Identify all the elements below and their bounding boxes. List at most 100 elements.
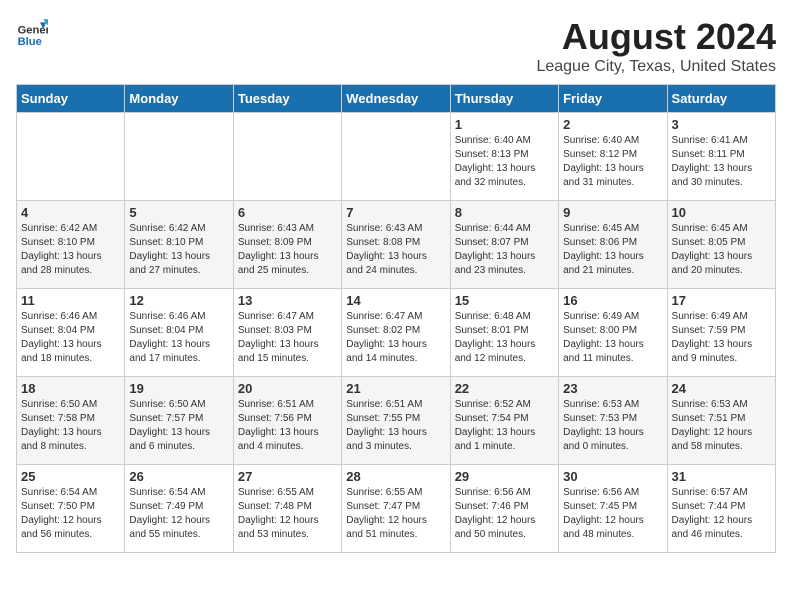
cell-content: Sunrise: 6:53 AM Sunset: 7:53 PM Dayligh…: [563, 398, 662, 454]
day-number: 17: [672, 293, 771, 308]
day-header-monday: Monday: [125, 85, 233, 113]
day-number: 7: [346, 205, 445, 220]
cell-content: Sunrise: 6:43 AM Sunset: 8:08 PM Dayligh…: [346, 222, 445, 278]
day-number: 8: [455, 205, 554, 220]
cell-content: Sunrise: 6:56 AM Sunset: 7:45 PM Dayligh…: [563, 486, 662, 542]
day-number: 18: [21, 381, 120, 396]
calendar-cell: 22 Sunrise: 6:52 AM Sunset: 7:54 PM Dayli…: [450, 377, 558, 465]
day-number: 23: [563, 381, 662, 396]
cell-content: Sunrise: 6:43 AM Sunset: 8:09 PM Dayligh…: [238, 222, 337, 278]
cell-content: Sunrise: 6:56 AM Sunset: 7:46 PM Dayligh…: [455, 486, 554, 542]
day-header-sunday: Sunday: [17, 85, 125, 113]
calendar-cell: 18Sunrise: 6:50 AM Sunset: 7:58 PM Dayli…: [17, 377, 125, 465]
sub-title: League City, Texas, United States: [536, 58, 776, 76]
cell-content: Sunrise: 6:55 AM Sunset: 7:48 PM Dayligh…: [238, 486, 337, 542]
day-number: 16: [563, 293, 662, 308]
day-number: 12: [129, 293, 228, 308]
day-header-wednesday: Wednesday: [342, 85, 450, 113]
calendar-table: SundayMondayTuesdayWednesdayThursdayFrid…: [16, 84, 776, 553]
calendar-cell: 6 Sunrise: 6:43 AM Sunset: 8:09 PM Daylig…: [233, 201, 341, 289]
day-number: 1: [455, 117, 554, 132]
day-number: 29: [455, 469, 554, 484]
day-number: 2: [563, 117, 662, 132]
cell-content: Sunrise: 6:48 AM Sunset: 8:01 PM Dayligh…: [455, 310, 554, 366]
day-number: 14: [346, 293, 445, 308]
cell-content: Sunrise: 6:57 AM Sunset: 7:44 PM Dayligh…: [672, 486, 771, 542]
calendar-week-4: 18Sunrise: 6:50 AM Sunset: 7:58 PM Dayli…: [17, 377, 776, 465]
calendar-cell: 11 Sunrise: 6:46 AM Sunset: 8:04 PM Dayli…: [17, 289, 125, 377]
day-number: 9: [563, 205, 662, 220]
day-number: 24: [672, 381, 771, 396]
calendar-cell: 14Sunrise: 6:47 AM Sunset: 8:02 PM Dayli…: [342, 289, 450, 377]
calendar-cell: 31Sunrise: 6:57 AM Sunset: 7:44 PM Dayli…: [667, 465, 775, 553]
calendar-cell: [342, 113, 450, 201]
day-header-friday: Friday: [559, 85, 667, 113]
day-number: 15: [455, 293, 554, 308]
calendar-cell: 2 Sunrise: 6:40 AM Sunset: 8:12 PM Daylig…: [559, 113, 667, 201]
cell-content: Sunrise: 6:45 AM Sunset: 8:06 PM Dayligh…: [563, 222, 662, 278]
calendar-cell: 4 Sunrise: 6:42 AM Sunset: 8:10 PM Daylig…: [17, 201, 125, 289]
cell-content: Sunrise: 6:50 AM Sunset: 7:57 PM Dayligh…: [129, 398, 228, 454]
cell-content: Sunrise: 6:44 AM Sunset: 8:07 PM Dayligh…: [455, 222, 554, 278]
calendar-cell: 9 Sunrise: 6:45 AM Sunset: 8:06 PM Daylig…: [559, 201, 667, 289]
day-header-saturday: Saturday: [667, 85, 775, 113]
calendar-cell: [17, 113, 125, 201]
title-area: August 2024 League City, Texas, United S…: [536, 16, 776, 76]
day-number: 25: [21, 469, 120, 484]
cell-content: Sunrise: 6:53 AM Sunset: 7:51 PM Dayligh…: [672, 398, 771, 454]
cell-content: Sunrise: 6:42 AM Sunset: 8:10 PM Dayligh…: [21, 222, 120, 278]
cell-content: Sunrise: 6:41 AM Sunset: 8:11 PM Dayligh…: [672, 134, 771, 190]
day-number: 11: [21, 293, 120, 308]
main-title: August 2024: [536, 16, 776, 58]
calendar-cell: 25 Sunrise: 6:54 AM Sunset: 7:50 PM Dayli…: [17, 465, 125, 553]
calendar-cell: 7 Sunrise: 6:43 AM Sunset: 8:08 PM Daylig…: [342, 201, 450, 289]
calendar-cell: 12 Sunrise: 6:46 AM Sunset: 8:04 PM Dayli…: [125, 289, 233, 377]
day-number: 5: [129, 205, 228, 220]
day-number: 26: [129, 469, 228, 484]
calendar-cell: 27Sunrise: 6:55 AM Sunset: 7:48 PM Dayli…: [233, 465, 341, 553]
cell-content: Sunrise: 6:47 AM Sunset: 8:03 PM Dayligh…: [238, 310, 337, 366]
day-number: 22: [455, 381, 554, 396]
day-number: 20: [238, 381, 337, 396]
calendar-cell: 16 Sunrise: 6:49 AM Sunset: 8:00 PM Dayli…: [559, 289, 667, 377]
day-number: 10: [672, 205, 771, 220]
cell-content: Sunrise: 6:40 AM Sunset: 8:12 PM Dayligh…: [563, 134, 662, 190]
cell-content: Sunrise: 6:49 AM Sunset: 8:00 PM Dayligh…: [563, 310, 662, 366]
cell-content: Sunrise: 6:45 AM Sunset: 8:05 PM Dayligh…: [672, 222, 771, 278]
calendar-cell: 26Sunrise: 6:54 AM Sunset: 7:49 PM Dayli…: [125, 465, 233, 553]
day-number: 13: [238, 293, 337, 308]
cell-content: Sunrise: 6:46 AM Sunset: 8:04 PM Dayligh…: [21, 310, 120, 366]
day-number: 28: [346, 469, 445, 484]
calendar-cell: [233, 113, 341, 201]
day-number: 19: [129, 381, 228, 396]
calendar-cell: 1Sunrise: 6:40 AM Sunset: 8:13 PM Daylig…: [450, 113, 558, 201]
cell-content: Sunrise: 6:51 AM Sunset: 7:56 PM Dayligh…: [238, 398, 337, 454]
day-header-tuesday: Tuesday: [233, 85, 341, 113]
svg-text:Blue: Blue: [18, 36, 42, 48]
calendar-week-3: 11 Sunrise: 6:46 AM Sunset: 8:04 PM Dayli…: [17, 289, 776, 377]
calendar-cell: 30Sunrise: 6:56 AM Sunset: 7:45 PM Dayli…: [559, 465, 667, 553]
calendar-cell: 13 Sunrise: 6:47 AM Sunset: 8:03 PM Dayli…: [233, 289, 341, 377]
calendar-cell: 23 Sunrise: 6:53 AM Sunset: 7:53 PM Dayli…: [559, 377, 667, 465]
day-number: 4: [21, 205, 120, 220]
cell-content: Sunrise: 6:46 AM Sunset: 8:04 PM Dayligh…: [129, 310, 228, 366]
header: General Blue August 2024 League City, Te…: [16, 16, 776, 76]
cell-content: Sunrise: 6:51 AM Sunset: 7:55 PM Dayligh…: [346, 398, 445, 454]
calendar-week-5: 25 Sunrise: 6:54 AM Sunset: 7:50 PM Dayli…: [17, 465, 776, 553]
day-number: 3: [672, 117, 771, 132]
calendar-cell: 17Sunrise: 6:49 AM Sunset: 7:59 PM Dayli…: [667, 289, 775, 377]
logo-icon: General Blue: [16, 16, 48, 48]
calendar-cell: 3 Sunrise: 6:41 AM Sunset: 8:11 PM Daylig…: [667, 113, 775, 201]
day-number: 6: [238, 205, 337, 220]
cell-content: Sunrise: 6:52 AM Sunset: 7:54 PM Dayligh…: [455, 398, 554, 454]
cell-content: Sunrise: 6:54 AM Sunset: 7:50 PM Dayligh…: [21, 486, 120, 542]
calendar-cell: [125, 113, 233, 201]
cell-content: Sunrise: 6:55 AM Sunset: 7:47 PM Dayligh…: [346, 486, 445, 542]
calendar-header-row: SundayMondayTuesdayWednesdayThursdayFrid…: [17, 85, 776, 113]
calendar-cell: 19 Sunrise: 6:50 AM Sunset: 7:57 PM Dayli…: [125, 377, 233, 465]
calendar-cell: 21 Sunrise: 6:51 AM Sunset: 7:55 PM Dayli…: [342, 377, 450, 465]
day-number: 21: [346, 381, 445, 396]
cell-content: Sunrise: 6:42 AM Sunset: 8:10 PM Dayligh…: [129, 222, 228, 278]
calendar-cell: 20 Sunrise: 6:51 AM Sunset: 7:56 PM Dayli…: [233, 377, 341, 465]
calendar-cell: 8 Sunrise: 6:44 AM Sunset: 8:07 PM Daylig…: [450, 201, 558, 289]
